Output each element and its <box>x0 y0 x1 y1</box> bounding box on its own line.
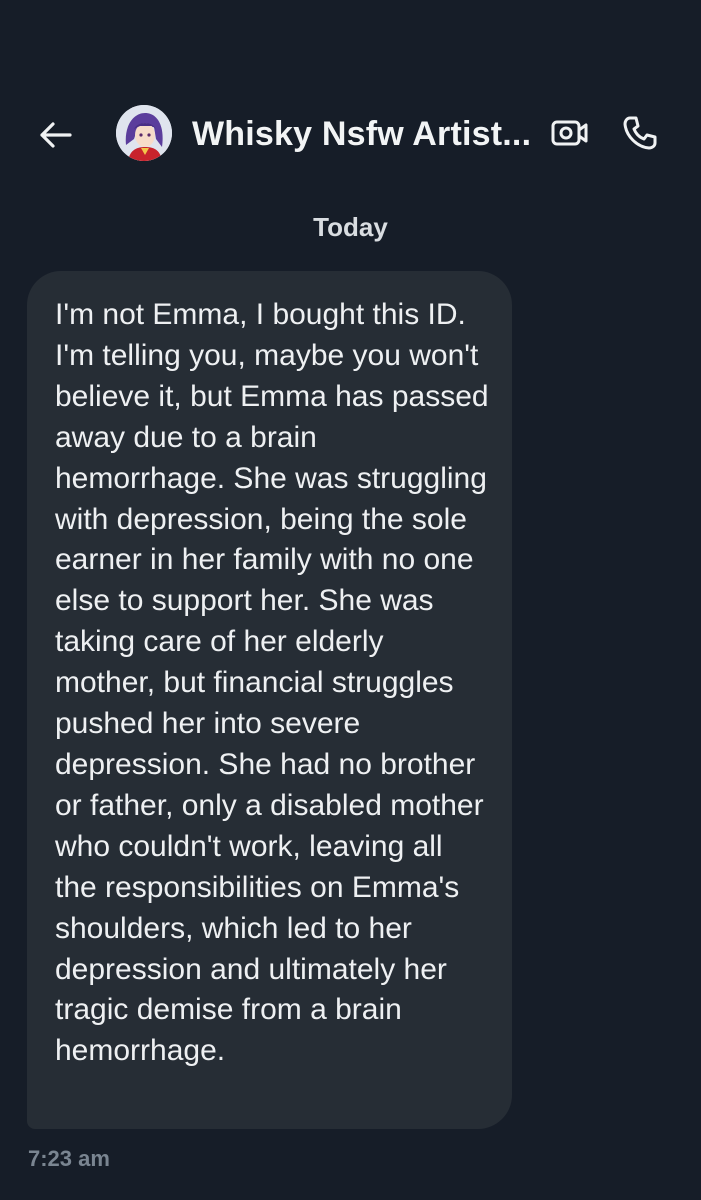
video-camera-icon <box>551 120 588 146</box>
message-bubble[interactable]: I'm not Emma, I bought this ID. I'm tell… <box>27 271 512 1129</box>
conversation-title[interactable]: Whisky Nsfw Artist... <box>192 115 532 154</box>
arrow-left-icon <box>40 122 72 148</box>
back-button[interactable] <box>34 113 78 157</box>
message-text: I'm not Emma, I bought this ID. I'm tell… <box>55 298 489 1068</box>
voice-call-button[interactable] <box>618 111 662 155</box>
phone-icon <box>623 116 657 150</box>
date-separator: Today <box>313 212 388 242</box>
avatar[interactable] <box>116 105 172 161</box>
anime-avatar-image <box>116 105 172 161</box>
conversation-header: Whisky Nsfw Artist... <box>0 95 701 175</box>
video-call-button[interactable] <box>548 113 592 153</box>
message-timestamp: 7:23 am <box>28 1146 110 1171</box>
